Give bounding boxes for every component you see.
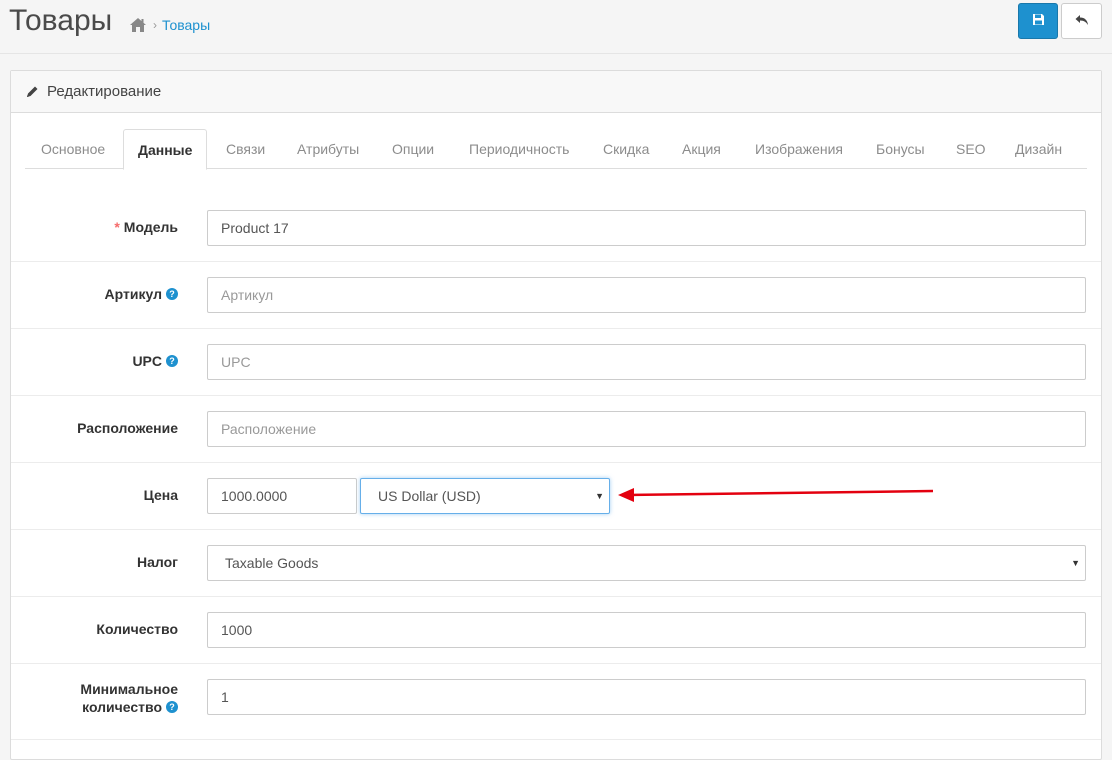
tab-reward-points[interactable]: Бонусы — [876, 129, 925, 169]
tab-images[interactable]: Изображения — [755, 129, 843, 169]
edit-panel: Редактирование Основное Данные Связи Атр… — [10, 70, 1102, 760]
model-input[interactable] — [207, 210, 1086, 246]
tax-label-text: Налог — [137, 554, 178, 570]
sku-input[interactable] — [207, 277, 1086, 313]
chevron-down-icon: ▼ — [1071, 558, 1080, 568]
form-row-price: Цена US Dollar (USD) ▼ — [11, 463, 1101, 530]
save-icon — [1032, 13, 1045, 29]
upc-input[interactable] — [207, 344, 1086, 380]
location-label: Расположение — [77, 420, 178, 436]
location-input[interactable] — [207, 411, 1086, 447]
upc-label-text: UPC — [132, 353, 162, 369]
tab-options[interactable]: Опции — [392, 129, 434, 169]
sku-label-text: Артикул — [104, 286, 162, 302]
currency-select[interactable]: US Dollar (USD) ▼ — [360, 478, 610, 514]
pencil-icon — [25, 85, 39, 99]
tab-recurring[interactable]: Периодичность — [469, 129, 569, 169]
minimum-input[interactable] — [207, 679, 1086, 715]
breadcrumb-link-products[interactable]: Товары — [162, 17, 210, 33]
save-button[interactable] — [1018, 3, 1058, 39]
form-row-sku: Артикул ? — [11, 262, 1101, 329]
page-header: Товары › Товары — [0, 0, 1112, 54]
form-row-upc: UPC ? — [11, 329, 1101, 396]
form-row-tax: Налог Taxable Goods ▼ — [11, 530, 1101, 597]
panel-heading: Редактирование — [11, 71, 1101, 113]
back-button[interactable] — [1061, 3, 1102, 39]
tab-discount[interactable]: Скидка — [603, 129, 649, 169]
help-icon[interactable]: ? — [166, 355, 178, 367]
sku-label: Артикул ? — [105, 286, 178, 302]
breadcrumb-separator: › — [153, 18, 157, 32]
tax-select-value: Taxable Goods — [225, 555, 319, 571]
form-row-quantity: Количество — [11, 597, 1101, 664]
tab-special[interactable]: Акция — [682, 129, 721, 169]
page-title: Товары — [9, 4, 113, 37]
tab-general[interactable]: Основное — [41, 129, 105, 169]
tax-label: Налог — [137, 554, 178, 570]
annotation-arrow-icon — [618, 488, 934, 502]
model-label: * Модель — [114, 219, 178, 235]
tab-links[interactable]: Связи — [226, 129, 265, 169]
quantity-input[interactable] — [207, 612, 1086, 648]
price-label-text: Цена — [143, 487, 178, 503]
form-row-minimum: Минимальное количество ? — [11, 664, 1101, 740]
minimum-label-line2: количество — [82, 699, 162, 715]
tax-class-select[interactable]: Taxable Goods ▼ — [207, 545, 1086, 581]
currency-select-value: US Dollar (USD) — [378, 488, 481, 504]
help-icon[interactable]: ? — [166, 288, 178, 300]
breadcrumb: › Товары — [129, 17, 210, 33]
location-label-text: Расположение — [77, 420, 178, 436]
model-label-text: Модель — [123, 219, 178, 235]
help-icon[interactable]: ? — [166, 701, 178, 713]
tab-attributes[interactable]: Атрибуты — [297, 129, 359, 169]
required-star: * — [114, 219, 120, 235]
panel-title: Редактирование — [47, 83, 162, 100]
tab-seo[interactable]: SEO — [956, 129, 986, 169]
price-label: Цена — [144, 487, 178, 503]
upc-label: UPC ? — [132, 353, 178, 369]
form-row-model: * Модель — [11, 195, 1101, 262]
tab-bar: Основное Данные Связи Атрибуты Опции Пер… — [25, 129, 1087, 170]
quantity-label-text: Количество — [96, 621, 178, 637]
minimum-label: Минимальное количество ? — [80, 680, 178, 716]
reply-icon — [1075, 14, 1089, 29]
home-icon[interactable] — [129, 17, 147, 33]
form-row-location: Расположение — [11, 396, 1101, 463]
chevron-down-icon: ▼ — [595, 491, 604, 501]
price-input[interactable] — [207, 478, 357, 514]
quantity-label: Количество — [96, 621, 178, 637]
tab-design[interactable]: Дизайн — [1015, 129, 1062, 169]
minimum-label-line1: Минимальное — [80, 681, 178, 697]
tab-data[interactable]: Данные — [123, 129, 208, 170]
